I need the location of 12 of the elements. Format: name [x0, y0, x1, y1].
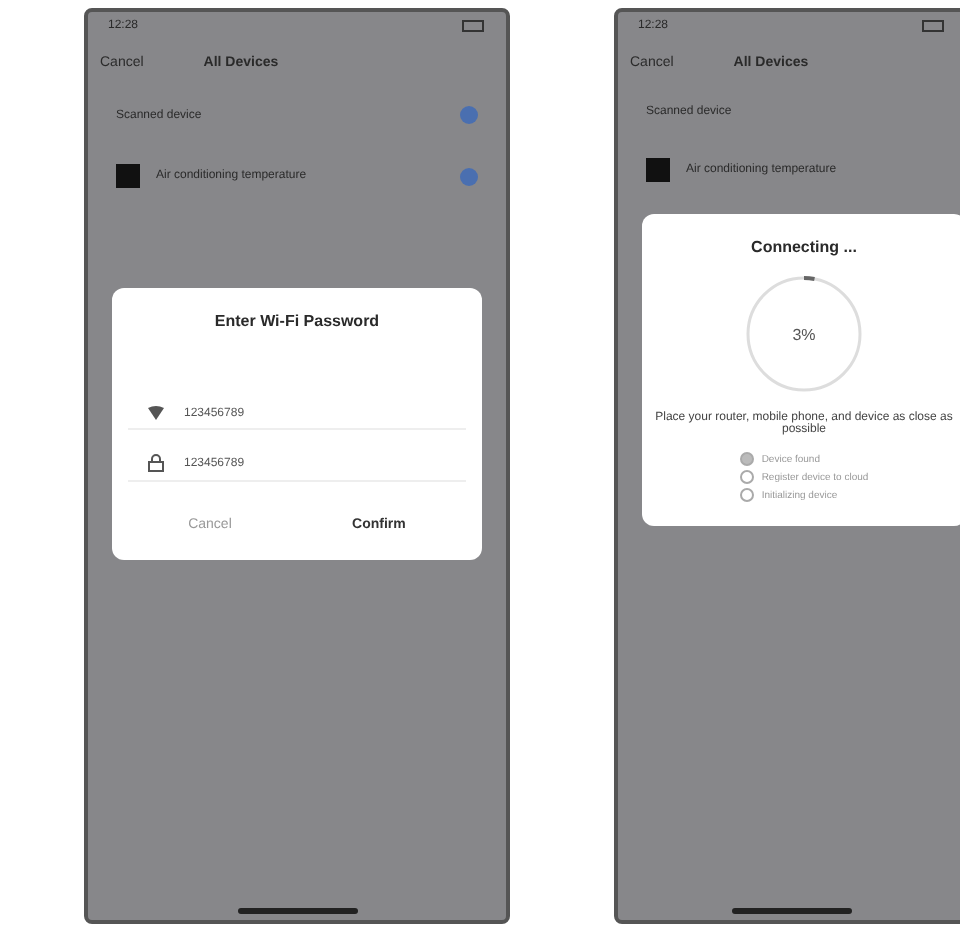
progress-reading: 3% — [792, 325, 816, 343]
dialog-title: Connecting ... — [751, 238, 857, 256]
battery-icon — [462, 20, 486, 32]
wifi-icon — [148, 406, 164, 420]
progress-ring — [742, 272, 866, 396]
home-indicator — [237, 908, 357, 914]
home-indicator — [732, 908, 852, 914]
dialog-title: Enter Wi-Fi Password — [214, 312, 380, 330]
device-thumbnail — [116, 164, 140, 188]
lock-icon — [148, 454, 164, 472]
device-thumbnail — [646, 158, 670, 182]
battery-icon — [922, 20, 946, 32]
